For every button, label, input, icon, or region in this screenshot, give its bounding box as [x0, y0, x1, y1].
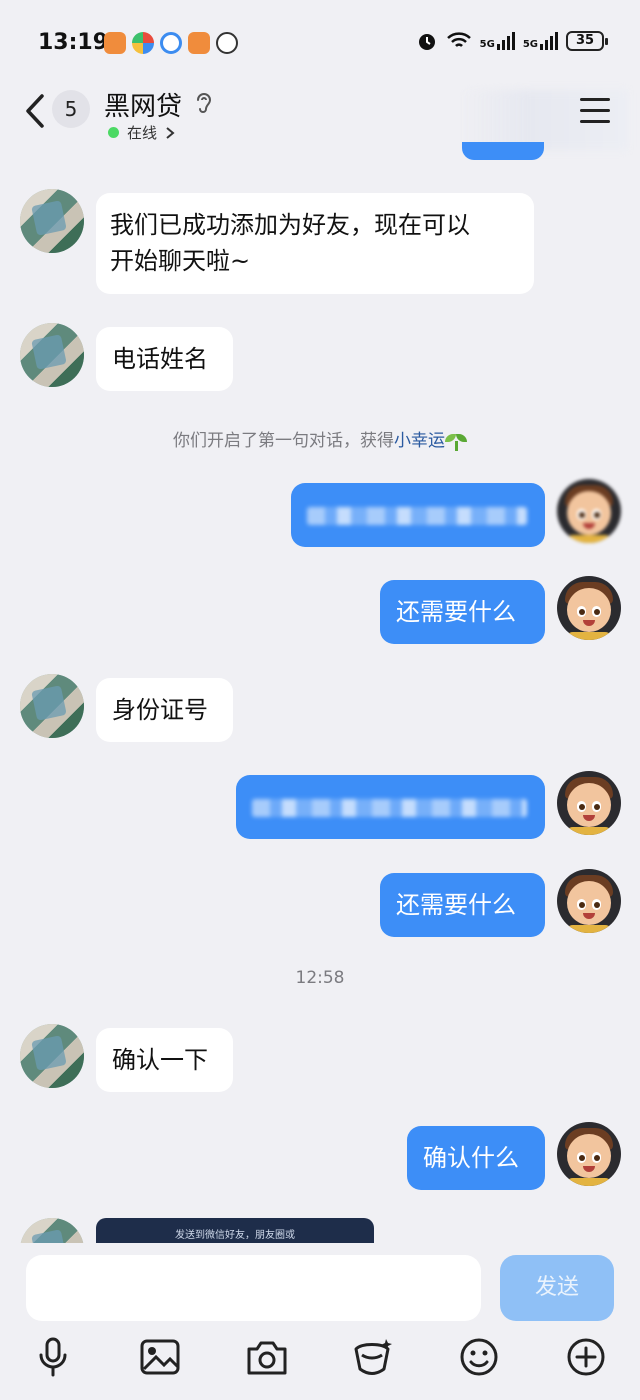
my-avatar[interactable]	[557, 576, 621, 640]
system-notice-text: 你们开启了第一句对话，获得	[173, 431, 394, 451]
chat-title[interactable]: 黑网贷	[104, 86, 182, 123]
status-indicators: 5G 5G 35	[416, 30, 608, 52]
app-notification-icon	[104, 32, 126, 54]
message-input[interactable]	[26, 1255, 481, 1321]
signal-2: 5G	[523, 32, 558, 50]
sprout-icon	[445, 432, 467, 451]
message-text: 还需要什么	[396, 598, 516, 626]
message-text: 身份证号	[112, 696, 208, 724]
message-bubble[interactable]: 我们已成功添加为好友，现在可以 开始聊天啦~	[96, 193, 534, 294]
message-bubble[interactable]: 确认什么	[407, 1126, 545, 1190]
chat-header: 5 黑网贷 在线	[0, 80, 640, 160]
contact-avatar[interactable]	[20, 323, 84, 387]
my-avatar[interactable]	[557, 479, 621, 543]
composer-area: 发送	[0, 1243, 640, 1400]
signal-bars-icon	[496, 32, 515, 50]
network-type-label: 5G	[522, 39, 538, 50]
red-packet-icon[interactable]	[350, 1335, 394, 1379]
status-bar: 13:19 5G 5G 35	[0, 0, 640, 80]
signal-bars-icon	[540, 32, 558, 50]
unread-count-badge[interactable]: 5	[52, 90, 90, 128]
scrolled-bubble-peek	[462, 142, 544, 160]
alarm-icon	[418, 34, 435, 50]
contact-avatar[interactable]	[20, 189, 84, 253]
status-time: 13:19	[38, 30, 109, 55]
my-avatar[interactable]	[557, 771, 621, 835]
send-button[interactable]: 发送	[500, 1255, 614, 1321]
message-bubble[interactable]: 还需要什么	[380, 580, 545, 644]
online-dot-icon	[108, 127, 119, 138]
emoji-icon[interactable]	[457, 1335, 501, 1379]
online-label: 在线	[127, 124, 158, 142]
message-bubble-redacted[interactable]	[291, 483, 545, 547]
status-app-icons	[104, 32, 238, 54]
contact-avatar[interactable]	[20, 1024, 84, 1088]
ear-icon[interactable]	[193, 90, 215, 116]
message-bubble[interactable]: 确认一下	[96, 1028, 233, 1092]
hamburger-menu-icon[interactable]	[580, 98, 610, 124]
chevron-right-icon	[166, 126, 175, 139]
message-bubble[interactable]: 还需要什么	[380, 873, 545, 937]
system-notice: 你们开启了第一句对话，获得小幸运	[0, 426, 640, 451]
app-notification-icon	[188, 32, 210, 54]
my-avatar[interactable]	[557, 869, 621, 933]
message-text: 确认什么	[423, 1144, 519, 1172]
redacted-text	[307, 507, 527, 525]
message-text: 确认一下	[112, 1046, 208, 1074]
redacted-text	[252, 799, 527, 817]
message-bubble[interactable]: 身份证号	[96, 678, 233, 742]
signal-1: 5G	[480, 32, 515, 50]
online-status[interactable]: 在线	[108, 122, 175, 143]
battery-indicator: 35	[566, 31, 608, 51]
microphone-icon[interactable]	[31, 1335, 75, 1379]
image-icon[interactable]	[138, 1335, 182, 1379]
message-bubble-redacted[interactable]	[236, 775, 545, 839]
image-caption: 发送到微信好友，朋友圈或	[175, 1230, 295, 1241]
message-text: 电话姓名	[112, 345, 208, 373]
message-bubble[interactable]: 电话姓名	[96, 327, 233, 391]
contact-avatar[interactable]	[20, 674, 84, 738]
camera-icon[interactable]	[245, 1335, 289, 1379]
my-avatar[interactable]	[557, 1122, 621, 1186]
message-text: 我们已成功添加为好友，现在可以	[110, 211, 470, 239]
system-notice-highlight[interactable]: 小幸运	[394, 431, 445, 451]
network-type-label: 5G	[479, 39, 495, 50]
wifi-icon	[446, 32, 471, 47]
timestamp: 12:58	[295, 968, 345, 988]
plus-icon[interactable]	[564, 1335, 608, 1379]
message-text: 还需要什么	[396, 891, 516, 919]
message-text: 开始聊天啦~	[110, 247, 251, 275]
input-toolbar	[0, 1335, 640, 1385]
back-arrow-icon[interactable]	[18, 90, 54, 132]
app-notification-icon	[160, 32, 182, 54]
app-notification-icon	[132, 32, 154, 54]
app-notification-icon	[216, 32, 238, 54]
